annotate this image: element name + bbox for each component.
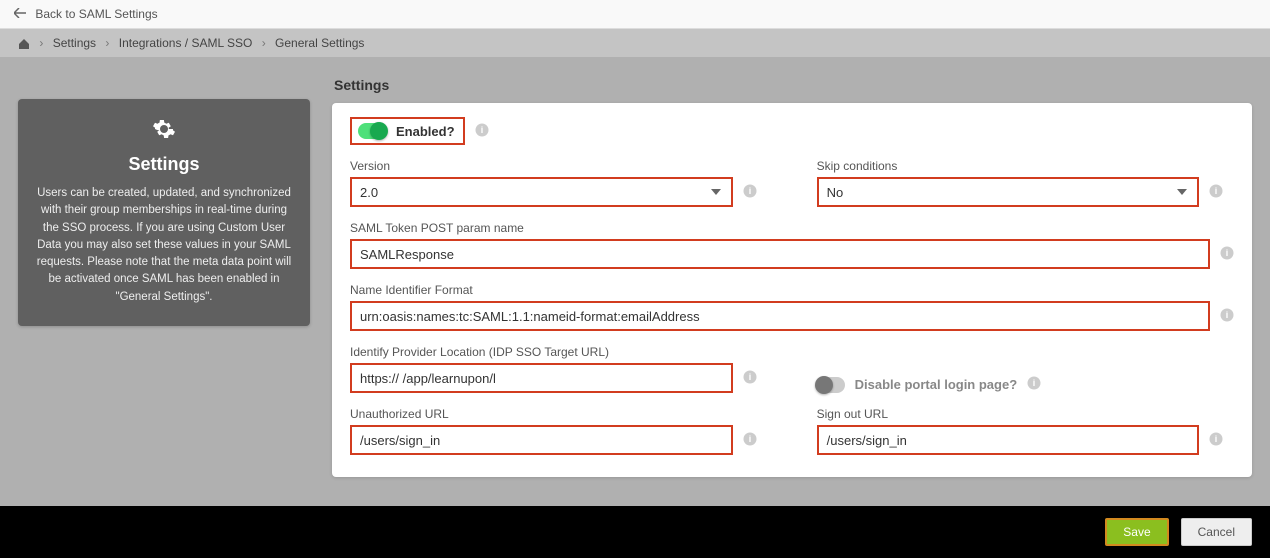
back-label: Back to SAML Settings (35, 7, 157, 21)
info-icon[interactable]: i (1220, 308, 1234, 325)
skip-conditions-select[interactable]: No (817, 177, 1200, 207)
saml-token-value: SAMLResponse (360, 247, 454, 262)
nameid-input[interactable]: urn:oasis:names:tc:SAML:1.1:nameid-forma… (350, 301, 1210, 331)
breadcrumb: › Settings › Integrations / SAML SSO › G… (0, 29, 1270, 57)
idp-input[interactable]: https:// /app/learnupon/l (350, 363, 733, 393)
signout-label: Sign out URL (817, 407, 1224, 421)
settings-panel: Enabled? i Version 2.0 (332, 103, 1252, 477)
back-link[interactable]: Back to SAML Settings (14, 7, 158, 21)
version-select[interactable]: 2.0 (350, 177, 733, 207)
skip-conditions-label: Skip conditions (817, 159, 1224, 173)
disable-portal-label: Disable portal login page? (855, 377, 1018, 392)
back-arrow-icon (14, 7, 26, 21)
svg-text:i: i (1226, 248, 1229, 258)
info-icon[interactable]: i (475, 123, 489, 140)
enabled-toggle-group: Enabled? (350, 117, 465, 145)
chevron-right-icon: › (39, 36, 43, 50)
gear-icon (32, 117, 296, 146)
svg-text:i: i (748, 186, 751, 196)
chevron-down-icon (711, 189, 721, 195)
svg-text:i: i (480, 125, 483, 135)
saml-token-input[interactable]: SAMLResponse (350, 239, 1210, 269)
enabled-toggle[interactable] (358, 123, 386, 139)
svg-text:i: i (1215, 434, 1218, 444)
chevron-down-icon (1177, 189, 1187, 195)
info-icon[interactable]: i (743, 184, 757, 201)
disable-portal-toggle[interactable] (817, 377, 845, 393)
sidebar-card-description: Users can be created, updated, and synch… (32, 185, 296, 306)
saml-token-label: SAML Token POST param name (350, 221, 1234, 235)
version-label: Version (350, 159, 757, 173)
svg-text:i: i (748, 372, 751, 382)
nameid-value: urn:oasis:names:tc:SAML:1.1:nameid-forma… (360, 309, 700, 324)
footer-bar: Save Cancel (0, 506, 1270, 558)
skip-conditions-value: No (827, 185, 844, 200)
sidebar-info-card: Settings Users can be created, updated, … (18, 99, 310, 326)
signout-value: /users/sign_in (827, 433, 907, 448)
nameid-label: Name Identifier Format (350, 283, 1234, 297)
idp-label: Identify Provider Location (IDP SSO Targ… (350, 345, 757, 359)
back-bar: Back to SAML Settings (0, 0, 1270, 29)
info-icon[interactable]: i (743, 370, 757, 387)
unauth-value: /users/sign_in (360, 433, 440, 448)
signout-input[interactable]: /users/sign_in (817, 425, 1200, 455)
chevron-right-icon: › (262, 36, 266, 50)
cancel-button[interactable]: Cancel (1181, 518, 1252, 546)
svg-text:i: i (1215, 186, 1218, 196)
chevron-right-icon: › (105, 36, 109, 50)
info-icon[interactable]: i (743, 432, 757, 449)
version-value: 2.0 (360, 185, 378, 200)
section-title: Settings (334, 77, 1252, 93)
breadcrumb-integrations[interactable]: Integrations / SAML SSO (119, 36, 253, 50)
info-icon[interactable]: i (1209, 432, 1223, 449)
unauth-input[interactable]: /users/sign_in (350, 425, 733, 455)
home-icon[interactable] (18, 36, 33, 50)
svg-text:i: i (748, 434, 751, 444)
breadcrumb-settings[interactable]: Settings (53, 36, 96, 50)
svg-text:i: i (1033, 378, 1036, 388)
save-button[interactable]: Save (1105, 518, 1168, 546)
info-icon[interactable]: i (1027, 376, 1041, 393)
idp-value: https:// /app/learnupon/l (360, 371, 496, 386)
sidebar-card-title: Settings (32, 154, 296, 175)
info-icon[interactable]: i (1209, 184, 1223, 201)
info-icon[interactable]: i (1220, 246, 1234, 263)
enabled-label: Enabled? (396, 124, 455, 139)
svg-text:i: i (1226, 310, 1229, 320)
breadcrumb-general[interactable]: General Settings (275, 36, 364, 50)
unauth-label: Unauthorized URL (350, 407, 757, 421)
